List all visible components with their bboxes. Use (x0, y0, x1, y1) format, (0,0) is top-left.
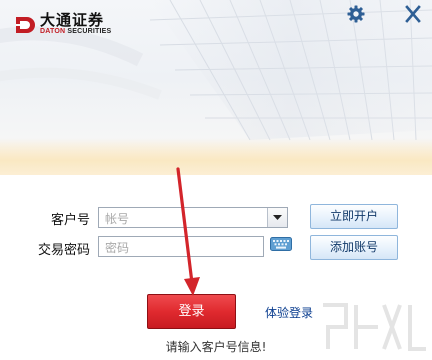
gear-icon (347, 5, 365, 23)
keyboard-icon (270, 237, 292, 251)
account-dropdown-button[interactable] (267, 208, 287, 227)
brand-logo: 大通证券 DATON SECURITIES (14, 12, 111, 36)
close-icon (405, 5, 421, 23)
add-account-button[interactable]: 添加账号 (310, 235, 398, 260)
logo-en-suffix: SECURITIES (67, 28, 112, 35)
status-message: 请输入客户号信息! (165, 340, 267, 354)
open-account-button[interactable]: 立即开户 (310, 204, 398, 229)
logo-chinese-name: 大通证券 (40, 11, 105, 29)
logo-en-prefix: DATON (40, 28, 66, 35)
soft-keyboard-button[interactable] (270, 236, 292, 251)
header-banner: 大通证券 DATON SECURITIES (0, 0, 432, 175)
password-input[interactable] (99, 238, 263, 258)
password-label: 交易密码 (37, 243, 90, 258)
close-button[interactable] (402, 4, 424, 24)
trial-login-link[interactable]: 体验登录 (265, 304, 313, 321)
settings-button[interactable] (346, 4, 366, 24)
logo-english-name: DATON SECURITIES (40, 28, 111, 36)
account-input[interactable] (99, 209, 287, 229)
login-window: 大通证券 DATON SECURITIES 客户号 帐号 立即开户 交易密码 添… (0, 0, 432, 360)
account-label: 客户号 (50, 213, 90, 228)
login-button[interactable]: 登录 (147, 294, 236, 329)
chevron-down-icon (273, 215, 282, 220)
password-field[interactable] (98, 236, 264, 258)
banner-glow (0, 138, 432, 175)
logo-mark-icon (16, 17, 35, 33)
account-combobox[interactable] (98, 207, 288, 229)
